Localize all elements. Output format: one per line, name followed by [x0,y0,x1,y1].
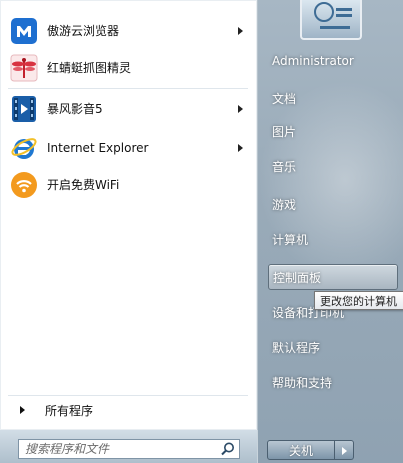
submenu-arrow-icon [238,143,243,152]
control-panel-tooltip: 更改您的计算机 [314,291,403,310]
program-label: 傲游云浏览器 [47,24,120,38]
music-link[interactable]: 音乐 [268,153,398,179]
help-support-link[interactable]: 帮助和支持 [268,369,398,395]
program-item-internet-explorer[interactable]: Internet Explorer [6,131,251,164]
program-item-free-wifi[interactable]: 开启免费WiFi [6,168,251,201]
documents-link[interactable]: 文档 [268,85,398,111]
default-programs-link[interactable]: 默认程序 [268,334,398,360]
shutdown-button[interactable]: 关机 [267,440,335,460]
dragonfly-capture-icon [10,54,38,82]
program-label: Internet Explorer [47,140,149,155]
shutdown-options-arrow-icon[interactable] [335,440,354,460]
program-label: 红蜻蜓抓图精灵 [47,61,132,75]
all-programs-button[interactable]: 所有程序 [6,397,251,423]
internet-explorer-icon [10,134,38,162]
games-link[interactable]: 游戏 [268,191,398,217]
search-icon[interactable] [220,441,236,457]
maxthon-browser-icon [10,17,38,45]
program-item-dragonfly[interactable]: 红蜻蜓抓图精灵 [6,51,251,84]
divider [8,88,248,89]
control-panel-link[interactable]: 控制面板 [268,264,398,290]
computer-link[interactable]: 计算机 [268,226,398,252]
all-programs-label: 所有程序 [45,403,94,418]
baofeng-player-icon [10,95,38,123]
divider [8,395,248,396]
program-label: 暴风影音5 [47,102,103,116]
pictures-link[interactable]: 图片 [268,118,398,144]
user-picture[interactable] [300,0,362,40]
user-name-link[interactable]: Administrator [268,48,398,74]
program-item-maxthon[interactable]: 傲游云浏览器 [6,14,251,47]
submenu-arrow-icon [238,104,243,113]
wifi-icon [10,171,38,199]
program-label: 开启免费WiFi [47,178,120,192]
search-input[interactable] [18,439,240,459]
arrow-right-icon [20,406,25,414]
program-item-baofeng[interactable]: 暴风影音5 [6,92,251,125]
submenu-arrow-icon [238,26,243,35]
